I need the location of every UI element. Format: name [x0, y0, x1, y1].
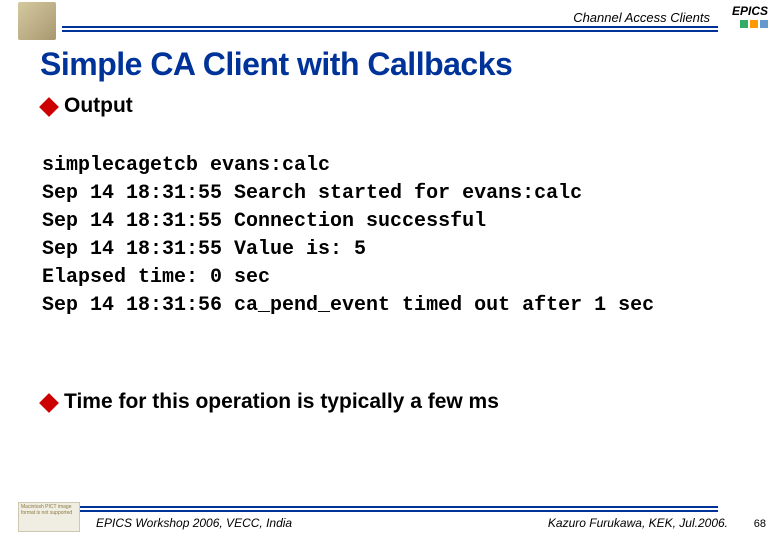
header-subject: Channel Access Clients [573, 10, 710, 25]
epics-logo-text: EPICS [732, 4, 768, 18]
missing-image-badge: Macintosh PICT image format is not suppo… [18, 502, 80, 532]
slide-title: Simple CA Client with Callbacks [40, 46, 760, 83]
footer-right-text: Kazuro Furukawa, KEK, Jul.2006. [548, 516, 728, 530]
footer: Macintosh PICT image format is not suppo… [0, 500, 780, 540]
diamond-bullet-icon [39, 393, 59, 413]
institute-logo-icon [18, 2, 56, 40]
bullet-time-text: Time for this operation is typically a f… [64, 390, 499, 414]
bullet-output-text: Output [64, 94, 133, 118]
footer-divider [62, 506, 718, 512]
header-divider [62, 26, 718, 32]
slide: Channel Access Clients EPICS Simple CA C… [0, 0, 780, 540]
bullet-output: Output [42, 94, 750, 118]
header: Channel Access Clients EPICS [0, 0, 780, 44]
bullet-time: Time for this operation is typically a f… [42, 390, 750, 414]
epics-blocks-icon [740, 20, 768, 28]
diamond-bullet-icon [39, 97, 59, 117]
page-number: 68 [754, 518, 766, 530]
code-output: simplecagetcb evans:calc Sep 14 18:31:55… [42, 152, 750, 320]
footer-left-text: EPICS Workshop 2006, VECC, India [96, 516, 292, 530]
